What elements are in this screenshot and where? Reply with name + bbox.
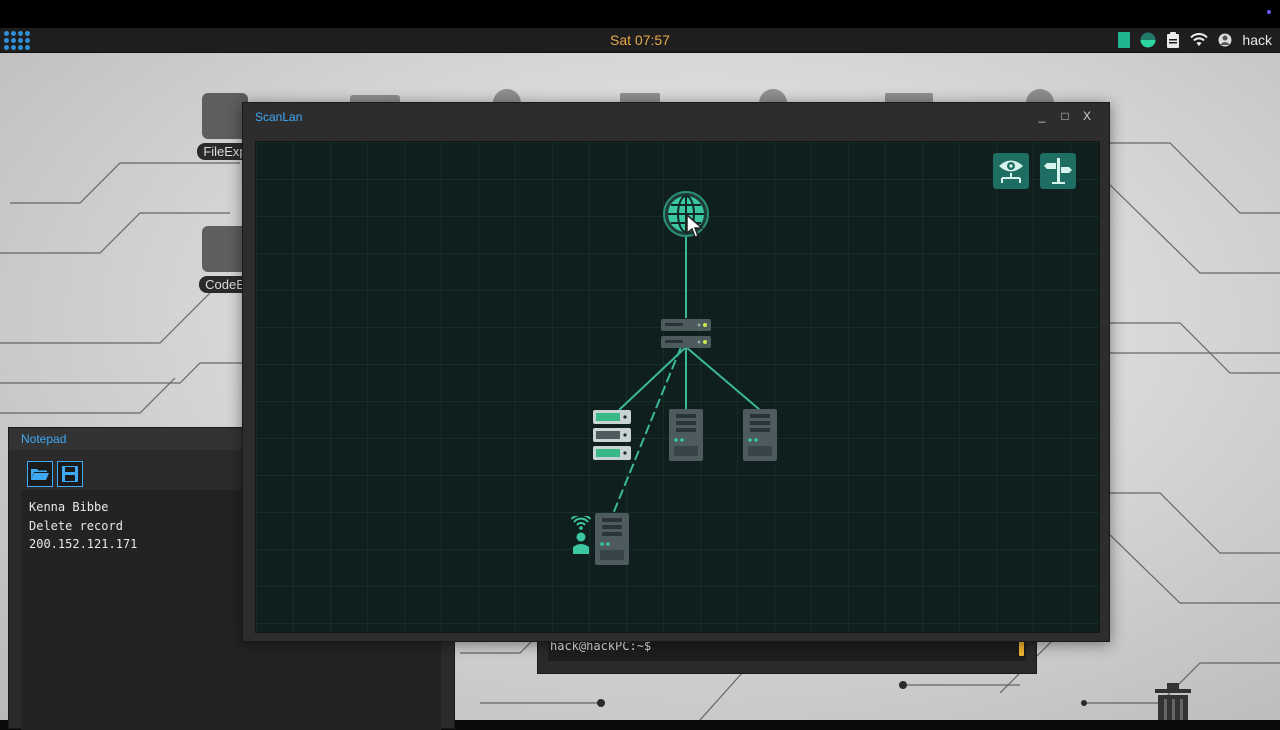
maximize-button[interactable]: □ [1058, 109, 1072, 123]
open-file-button[interactable] [27, 461, 53, 487]
pc-tower-icon [743, 409, 777, 461]
trash-icon[interactable] [1155, 683, 1191, 720]
network-eye-icon [999, 160, 1023, 183]
status-circle-icon[interactable] [1140, 32, 1156, 48]
top-strip [0, 0, 1280, 28]
clock: Sat 07:57 [610, 32, 670, 48]
router-icon [661, 319, 711, 348]
note-icon[interactable] [1118, 32, 1131, 48]
pc-node[interactable] [742, 408, 778, 462]
system-tray: hack [1118, 30, 1272, 50]
pc-tower-icon [595, 513, 629, 565]
save-file-button[interactable] [57, 461, 83, 487]
server-rack-node[interactable] [592, 409, 632, 461]
player-pc-node[interactable] [568, 512, 634, 568]
clipboard-icon[interactable] [1166, 32, 1180, 48]
user-name[interactable]: hack [1242, 32, 1272, 48]
terminal-cursor [1019, 641, 1024, 656]
window-title: ScanLan [255, 110, 303, 124]
scanlan-titlebar[interactable]: ScanLan _ □ X [243, 103, 1109, 131]
mouse-pointer-icon [686, 213, 705, 238]
scanlan-window: ScanLan _ □ X [242, 102, 1110, 642]
folder-open-icon [31, 469, 49, 480]
notepad-toolbar [27, 461, 83, 487]
save-icon [62, 466, 78, 482]
server-rack-icon [593, 410, 631, 460]
signpost-icon [1044, 158, 1072, 184]
wifi-icon[interactable] [1190, 33, 1209, 47]
minimize-button[interactable]: _ [1035, 109, 1049, 123]
network-view-button[interactable] [993, 153, 1029, 189]
user-person-icon [573, 532, 589, 554]
network-map-canvas [255, 141, 1100, 633]
user-icon[interactable] [1218, 32, 1232, 48]
route-button[interactable] [1040, 153, 1076, 189]
status-dot [1267, 10, 1271, 14]
router-node[interactable] [660, 318, 712, 350]
taskbar: Sat 07:57 hack [0, 28, 1280, 53]
pc-node[interactable] [668, 408, 704, 462]
close-button[interactable]: X [1080, 109, 1094, 123]
pc-tower-icon [669, 409, 703, 461]
wifi-signal-icon [571, 516, 591, 530]
